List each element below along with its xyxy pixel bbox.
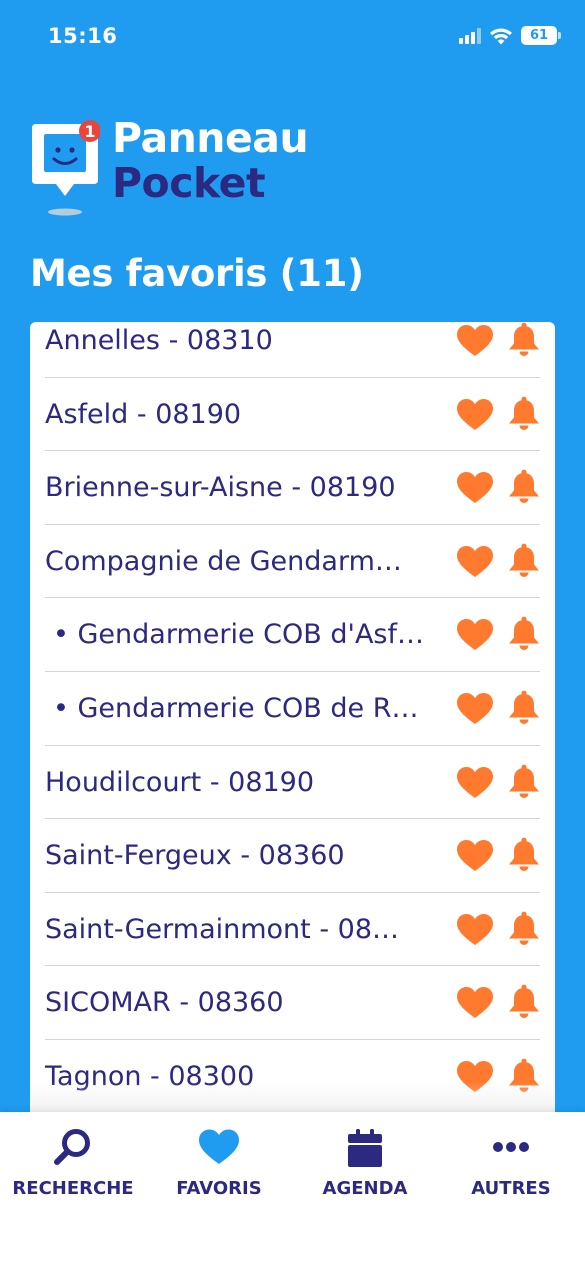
favorite-list-item[interactable]: Saint-Germainmont - 08…: [45, 893, 540, 967]
tab-label: RECHERCHE: [12, 1178, 134, 1199]
bell-icon[interactable]: [507, 396, 541, 432]
logo-line1: Panneau: [112, 114, 309, 162]
signal-icon: [459, 27, 481, 44]
calendar-icon: [348, 1129, 382, 1167]
favorite-name[interactable]: Compagnie de Gendarm…: [45, 525, 445, 599]
tab-recherche[interactable]: RECHERCHE: [0, 1126, 146, 1199]
tab-agenda[interactable]: AGENDA: [292, 1126, 438, 1199]
bell-icon[interactable]: [507, 543, 541, 579]
favorite-name[interactable]: • Gendarmerie COB d'Asf…: [45, 598, 445, 672]
tab-favoris[interactable]: FAVORIS: [146, 1126, 292, 1199]
logo-text: Panneau Pocket: [112, 114, 309, 207]
bell-icon[interactable]: [507, 837, 541, 873]
logo-badge-count: 1: [84, 122, 95, 141]
page-title: Mes favoris (11): [30, 252, 364, 295]
heart-icon[interactable]: [456, 839, 494, 873]
favorites-list-card[interactable]: Annelles - 08310 Asfeld - 08190 Brienne-…: [30, 322, 555, 1122]
favorite-list-item[interactable]: • Gendarmerie COB de R…: [45, 672, 540, 746]
tab-autres[interactable]: AUTRES: [438, 1126, 584, 1199]
logo-line2: Pocket: [112, 159, 266, 207]
favorite-list-item[interactable]: Houdilcourt - 08190: [45, 746, 540, 820]
favorite-name[interactable]: Saint-Fergeux - 08360: [45, 819, 445, 893]
logo-mark-icon: 1: [32, 120, 100, 216]
favorite-name[interactable]: Saint-Germainmont - 08…: [45, 893, 445, 967]
favorite-list-item[interactable]: SICOMAR - 08360: [45, 966, 540, 1040]
favorite-name[interactable]: Annelles - 08310: [45, 322, 445, 378]
bell-icon[interactable]: [507, 984, 541, 1020]
bell-icon[interactable]: [507, 322, 541, 358]
favorite-list-item[interactable]: Asfeld - 08190: [45, 378, 540, 452]
favorite-list-item[interactable]: Brienne-sur-Aisne - 08190: [45, 451, 540, 525]
bottom-tab-bar: RECHERCHE FAVORIS AGENDA AUTRES: [0, 1112, 585, 1266]
heart-icon[interactable]: [456, 324, 494, 358]
favorite-name[interactable]: SICOMAR - 08360: [45, 966, 445, 1040]
wifi-icon: [489, 27, 513, 45]
favorite-name[interactable]: Asfeld - 08190: [45, 378, 445, 452]
favorite-list-item[interactable]: Compagnie de Gendarm…: [45, 525, 540, 599]
heart-icon: [199, 1129, 239, 1164]
heart-icon[interactable]: [456, 545, 494, 579]
status-bar: 15:16 61: [0, 0, 585, 70]
tab-label: AUTRES: [471, 1178, 551, 1199]
heart-icon[interactable]: [456, 692, 494, 726]
heart-icon[interactable]: [456, 471, 494, 505]
bell-icon[interactable]: [507, 764, 541, 800]
favorite-name[interactable]: Tagnon - 08300: [45, 1040, 445, 1114]
bell-icon[interactable]: [507, 1058, 541, 1094]
bell-icon[interactable]: [507, 616, 541, 652]
favorite-name[interactable]: Brienne-sur-Aisne - 08190: [45, 451, 445, 525]
status-time: 15:16: [48, 24, 118, 48]
favorite-name[interactable]: • Gendarmerie COB de R…: [45, 672, 445, 746]
battery-icon: 61: [521, 26, 561, 45]
heart-icon[interactable]: [456, 398, 494, 432]
status-icons: 61: [459, 26, 561, 45]
heart-icon[interactable]: [456, 986, 494, 1020]
bell-icon[interactable]: [507, 469, 541, 505]
more-icon: [493, 1142, 529, 1152]
heart-icon[interactable]: [456, 1060, 494, 1094]
favorite-list-item[interactable]: • Gendarmerie COB d'Asf…: [45, 598, 540, 672]
heart-icon[interactable]: [456, 766, 494, 800]
favorites-list[interactable]: Annelles - 08310 Asfeld - 08190 Brienne-…: [45, 322, 540, 1114]
favorite-name[interactable]: Houdilcourt - 08190: [45, 746, 445, 820]
heart-icon[interactable]: [456, 618, 494, 652]
bell-icon[interactable]: [507, 690, 541, 726]
favorite-list-item[interactable]: Annelles - 08310: [45, 322, 540, 378]
tab-label: FAVORIS: [176, 1178, 262, 1199]
battery-level: 61: [529, 28, 549, 43]
search-icon: [54, 1129, 90, 1165]
heart-icon[interactable]: [456, 913, 494, 947]
favorite-list-item[interactable]: Saint-Fergeux - 08360: [45, 819, 540, 893]
bell-icon[interactable]: [507, 911, 541, 947]
tab-label: AGENDA: [322, 1178, 408, 1199]
favorite-list-item[interactable]: Tagnon - 08300: [45, 1040, 540, 1114]
